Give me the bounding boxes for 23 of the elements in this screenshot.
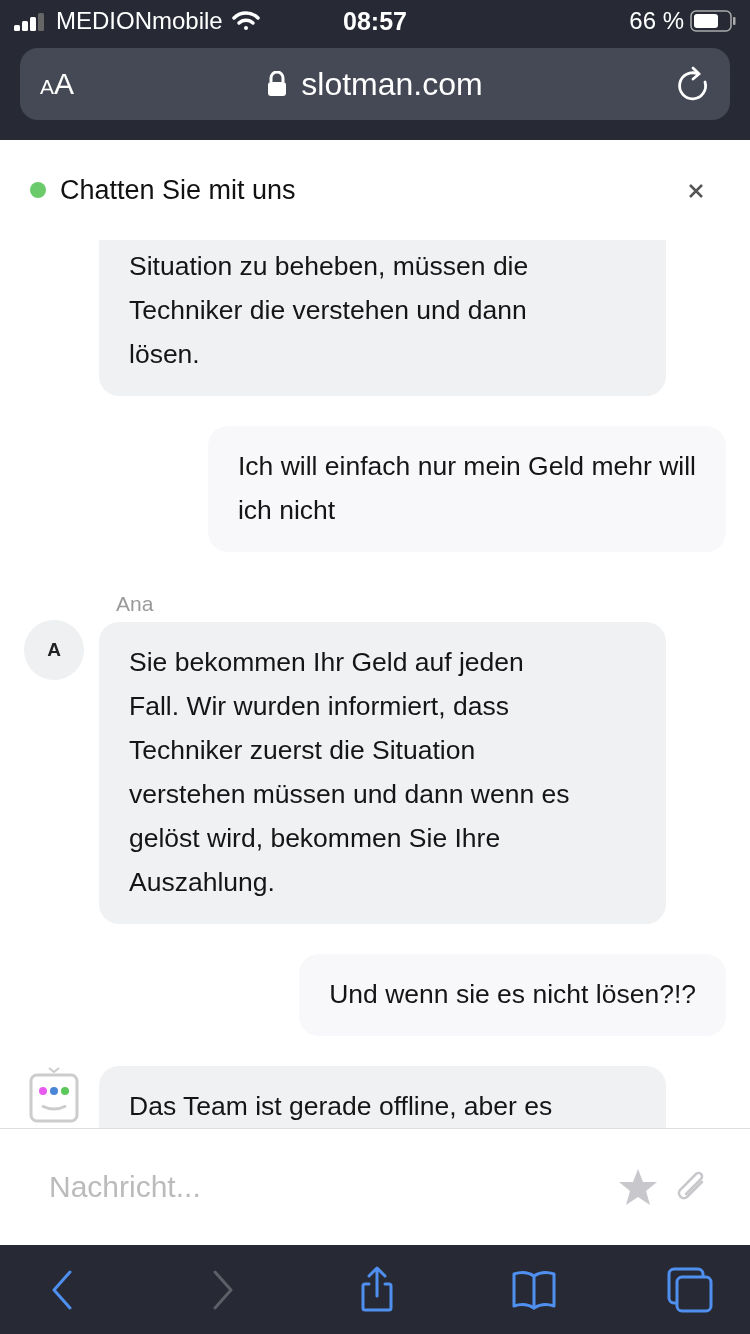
star-icon[interactable] [618, 1167, 658, 1207]
url-text: slotman.com [301, 65, 483, 103]
clock: 08:57 [343, 6, 407, 36]
message-text: Situation zu beheben, müssen die Techniker die verstehen und dann lösen. [129, 251, 529, 369]
reload-icon[interactable] [676, 66, 710, 102]
text-size-button[interactable]: AA [40, 67, 75, 101]
message-text: Und wenn sie es nicht lösen?!? [329, 979, 696, 1009]
message-text: Das Team ist gerade offline, aber es [129, 1091, 553, 1121]
avatar: A [24, 620, 84, 680]
address-bar[interactable]: AA slotman.com [20, 48, 730, 120]
wifi-icon [230, 10, 261, 32]
battery-icon [690, 10, 736, 32]
tabs-icon [666, 1265, 714, 1314]
tabs-button[interactable] [666, 1265, 714, 1314]
chat-title: Chatten Sie mit uns [60, 174, 297, 206]
battery-percent: 66 % [629, 7, 684, 35]
lock-icon [267, 71, 288, 97]
message-text: Sie bekommen Ihr Geld auf jeden Fall. Wir wurden informiert, dass Techniker zuerst die Situation verstehen müssen und dann wenn es gelöst wird, bekommen Sie Ihre Auszahlung. [129, 647, 570, 897]
message-text: Ich will einfach nur mein Geld mehr will ich nicht [237, 451, 696, 525]
carrier-name: MEDIONmobile [56, 7, 223, 35]
close-icon [688, 183, 704, 199]
robot-icon [29, 1066, 79, 1124]
author-name: Ana [115, 592, 155, 616]
